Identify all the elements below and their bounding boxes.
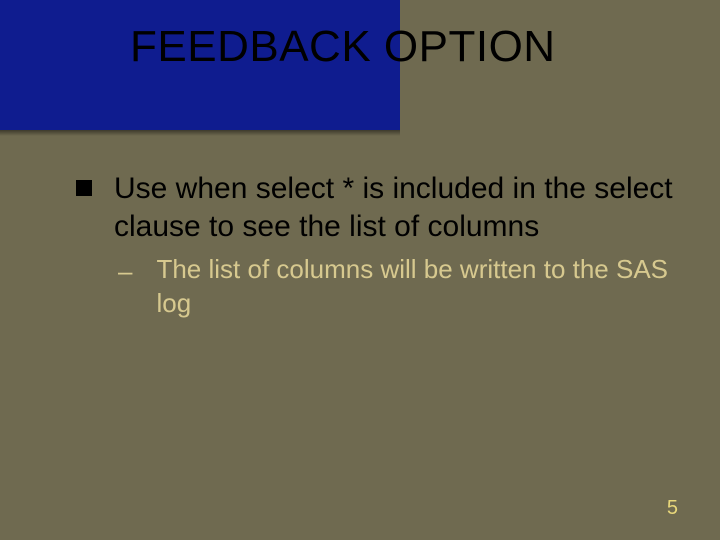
bullet-text: Use when select * is included in the sel…: [114, 170, 680, 245]
slide-title: FEEDBACK OPTION: [130, 22, 556, 72]
square-bullet-icon: [76, 180, 92, 196]
title-band-shadow: [0, 130, 400, 136]
slide-content: Use when select * is included in the sel…: [76, 170, 680, 321]
sub-bullet-item: – The list of columns will be written to…: [118, 253, 680, 321]
page-number: 5: [667, 497, 678, 520]
sub-bullet-text: The list of columns will be written to t…: [156, 253, 680, 321]
dash-bullet-icon: –: [118, 255, 132, 288]
slide: FEEDBACK OPTION Use when select * is inc…: [0, 0, 720, 540]
bullet-item: Use when select * is included in the sel…: [76, 170, 680, 245]
